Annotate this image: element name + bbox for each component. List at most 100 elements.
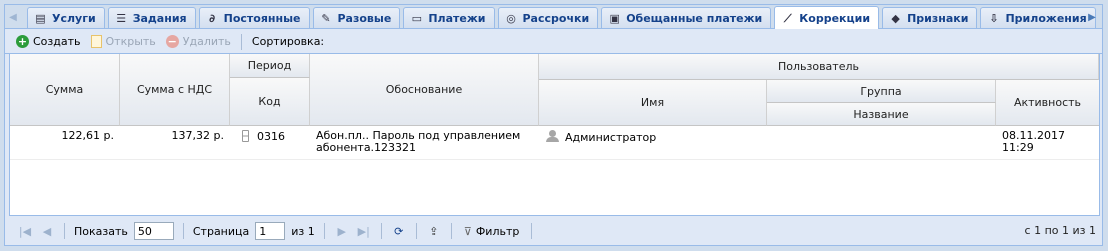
column-group-label: Пользователь <box>777 60 859 73</box>
column-header-label: Код <box>258 95 281 108</box>
column-header-label: Сумма <box>45 83 84 96</box>
link-icon: ∂ <box>209 11 216 25</box>
cell-sum-vat: 137,32 р. <box>171 129 224 142</box>
column-header-activity[interactable]: Активность <box>996 80 1099 126</box>
last-page-icon[interactable]: ▶| <box>356 225 372 238</box>
open-label: Открыть <box>105 35 156 48</box>
pager-separator <box>64 223 65 239</box>
page-count-label: из 1 <box>291 224 315 238</box>
pager-separator <box>323 223 325 239</box>
window: ◀ ▤ Услуги ☰ Задания ∂ Постоянные ✎ Разо… <box>4 4 1103 246</box>
tab-list: ▤ Услуги ☰ Задания ∂ Постоянные ✎ Разовы… <box>27 6 1096 29</box>
tab-label: Признаки <box>907 11 969 25</box>
card-icon: ▭ <box>411 11 423 25</box>
tab-bar: ◀ ▤ Услуги ☰ Задания ∂ Постоянные ✎ Разо… <box>5 5 1102 29</box>
page-size-label: Показать <box>74 224 128 238</box>
plus-icon: + <box>16 35 29 48</box>
tasks-icon: ☰ <box>116 11 127 25</box>
page-label: Страница <box>192 224 250 238</box>
promise-icon: ▣ <box>609 11 620 25</box>
minus-icon: − <box>165 35 179 48</box>
attachment-icon: ⇩ <box>989 11 999 25</box>
delete-button[interactable]: − Удалить <box>163 32 234 52</box>
create-label: Создать <box>33 35 81 48</box>
column-header-label: Обоснование <box>385 83 463 96</box>
tab-attachments[interactable]: ⇩ Приложения <box>980 7 1096 28</box>
tab-label: Постоянные <box>223 11 301 25</box>
toolbar-separator <box>240 33 242 50</box>
column-header-code[interactable]: Код <box>230 78 310 126</box>
pager-separator <box>531 223 533 239</box>
pager-separator <box>450 223 452 239</box>
page-size-input[interactable] <box>133 222 174 240</box>
tab-label: Коррекции <box>799 11 871 25</box>
pager-separator <box>415 223 417 239</box>
cell-reason: Абон.пл.. Пароль под управлением абонент… <box>316 130 536 154</box>
column-header-name[interactable]: Имя <box>539 80 767 126</box>
column-header-label: Сумма с НДС <box>136 83 213 96</box>
tab-label: Платежи <box>428 11 486 25</box>
tab-one-time[interactable]: ✎ Разовые <box>312 7 401 28</box>
column-header-label: Активность <box>1013 96 1082 109</box>
create-button[interactable]: + Создать <box>13 32 84 52</box>
export-icon[interactable]: ⇪ <box>426 225 442 238</box>
paging-info: с 1 по 1 из 1 <box>1024 224 1096 237</box>
prev-page-icon[interactable]: ◀ <box>39 225 55 238</box>
corrections-grid: Сумма Сумма с НДС Период Код Обоснование… <box>9 54 1100 216</box>
tab-corrections[interactable]: ⟋ Коррекции <box>774 6 880 29</box>
column-header-group-name[interactable]: Название <box>767 103 996 126</box>
sort-text: Сортировка: <box>251 35 325 48</box>
delete-label: Удалить <box>182 35 231 48</box>
column-header-label: Имя <box>640 96 665 109</box>
wrench-icon: ✎ <box>321 11 331 25</box>
cell-code: 0316 <box>242 130 308 143</box>
user-icon <box>546 130 559 142</box>
pager-separator <box>182 223 184 239</box>
tab-scroll-right-button[interactable]: ▶ <box>1085 9 1099 27</box>
user-name: Администратор <box>565 131 657 144</box>
next-page-icon[interactable]: ▶ <box>334 225 350 238</box>
tab-attributes[interactable]: ◆ Признаки <box>882 7 978 28</box>
tab-label: Задания <box>132 11 187 25</box>
toolbar: + Создать Открыть − Удалить Сортировка: <box>5 30 1102 54</box>
cell-activity: 08.11.2017 11:29 <box>1002 129 1065 154</box>
tab-permanent[interactable]: ∂ Постоянные <box>198 7 310 28</box>
receipt-icon: ▤ <box>35 11 46 25</box>
filter-button[interactable]: ⊽ Фильтр <box>461 221 523 241</box>
pager-separator <box>380 223 382 239</box>
tab-label: Приложения <box>1005 11 1087 25</box>
tab-payments[interactable]: ▭ Платежи <box>403 7 495 28</box>
page-number-input[interactable] <box>255 222 286 240</box>
tab-label: Обещанные платежи <box>626 11 763 25</box>
column-group-label: Группа <box>860 84 902 98</box>
column-header-sum[interactable]: Сумма <box>10 54 120 126</box>
open-button[interactable]: Открыть <box>88 32 159 52</box>
column-header-sum-vat[interactable]: Сумма с НДС <box>120 54 230 126</box>
column-group-group: Группа <box>767 80 996 103</box>
column-group-label: Период <box>247 59 292 72</box>
column-header-label: Название <box>853 107 909 121</box>
code-text: 0316 <box>257 130 285 143</box>
tab-scroll-left-button[interactable]: ◀ <box>6 9 20 27</box>
column-header-reason[interactable]: Обоснование <box>310 54 539 126</box>
sort-label: Сортировка: <box>249 32 327 52</box>
tab-services[interactable]: ▤ Услуги <box>27 7 105 28</box>
tab-promised-payments[interactable]: ▣ Обещанные платежи <box>601 7 772 28</box>
tab-label: Разовые <box>337 11 392 25</box>
refresh-icon[interactable]: ⟳ <box>391 225 407 238</box>
tab-tasks[interactable]: ☰ Задания <box>107 7 196 28</box>
wand-icon: ⟋ <box>783 11 792 25</box>
hourglass-icon <box>242 130 249 142</box>
tag-icon: ◆ <box>891 11 900 25</box>
filter-label: Фильтр <box>475 224 520 238</box>
tab-label: Рассрочки <box>522 11 590 25</box>
column-group-user: Пользователь <box>539 54 1099 80</box>
column-group-period: Период <box>230 54 310 78</box>
cell-sum: 122,61 р. <box>61 129 114 142</box>
table-row[interactable]: 122,61 р. 137,32 р. 0316 Абон.пл.. Парол… <box>10 126 1099 160</box>
tab-installments[interactable]: ◎ Рассрочки <box>497 7 599 28</box>
first-page-icon[interactable]: |◀ <box>17 225 33 238</box>
document-icon <box>90 35 102 48</box>
tab-label: Услуги <box>52 11 96 25</box>
paging-toolbar: |◀ ◀ Показать Страница из 1 ▶ ▶| ⟳ ⇪ ⊽ Ф… <box>9 217 1100 245</box>
